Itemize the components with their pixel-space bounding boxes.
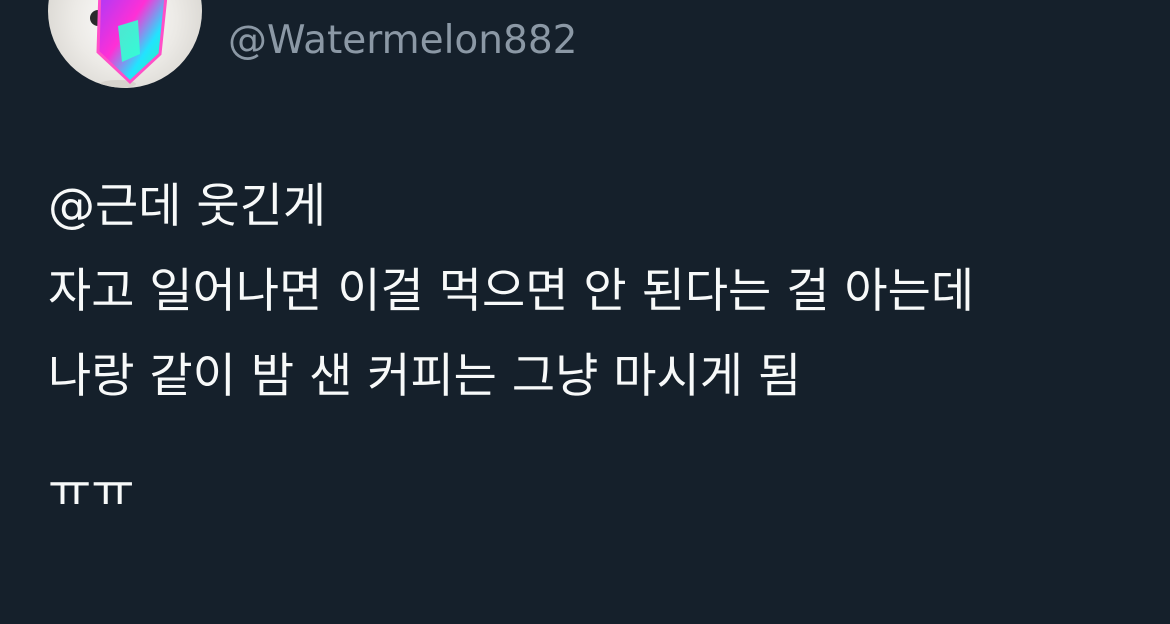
tweet-line: 자고 일어나면 이걸 먹으면 안 된다는 걸 아는데	[48, 264, 975, 319]
tweet-screen: @Watermelon882 @근데 웃긴게 자고 일어나면 이걸 먹으면 안 …	[0, 0, 1170, 624]
tweet-line: @근데 웃긴게	[48, 179, 327, 234]
tweet-line: ㅠㅠ	[48, 464, 135, 519]
avatar-image	[90, 0, 168, 88]
avatar[interactable]	[48, 0, 202, 88]
tweet-line: 나랑 같이 밤 샌 커피는 그냥 마시게 됨	[48, 349, 802, 404]
user-handle[interactable]: @Watermelon882	[228, 16, 577, 66]
tweet-text: @근데 웃긴게 자고 일어나면 이걸 먹으면 안 된다는 걸 아는데 나랑 같이…	[48, 164, 1138, 534]
